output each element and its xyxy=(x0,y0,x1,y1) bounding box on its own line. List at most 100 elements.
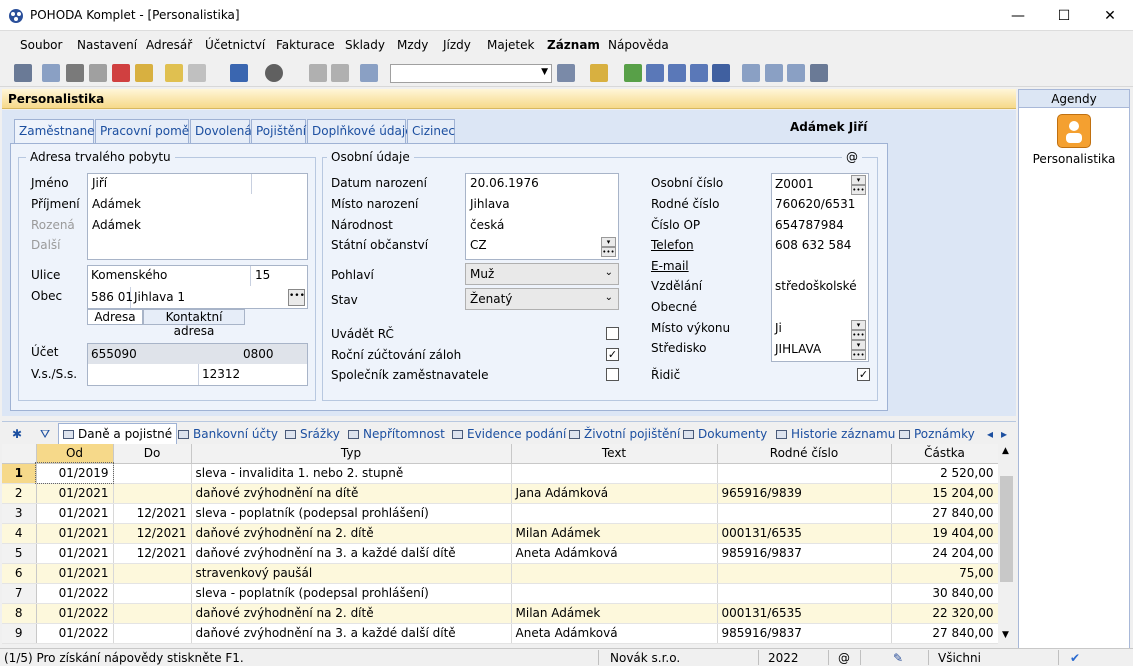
osobni-lookup-icon[interactable]: ••• xyxy=(851,185,866,195)
scroll-left-icon[interactable]: ◂ xyxy=(987,425,993,443)
menu-jizdy[interactable]: Jízdy xyxy=(443,38,471,52)
scroll-down-icon[interactable]: ▼ xyxy=(1002,630,1009,640)
cell-od[interactable]: 01/2021 xyxy=(36,563,114,584)
calculator-icon[interactable] xyxy=(668,64,686,82)
cell-typ[interactable]: daňové zvýhodnění na 2. dítě xyxy=(191,603,512,624)
cancel-icon[interactable] xyxy=(331,64,349,82)
table-row[interactable]: 9 01/2022 daňové zvýhodnění na 3. a každé … xyxy=(2,623,999,644)
cell-typ[interactable]: daňové zvýhodnění na 3. a každé další dí… xyxy=(191,623,512,644)
tab-bankovni-ucty[interactable]: Bankovní účty xyxy=(178,425,278,443)
cell-typ[interactable]: stravenkový paušál xyxy=(191,563,512,584)
calendar-icon[interactable] xyxy=(646,64,664,82)
narodnost-field[interactable]: česká xyxy=(470,218,504,232)
help-icon[interactable] xyxy=(810,64,828,82)
menu-nastaveni[interactable]: Nastavení xyxy=(77,38,137,52)
list-icon[interactable] xyxy=(765,64,783,82)
cell-text[interactable]: Aneta Adámková xyxy=(511,543,718,564)
row-number[interactable]: 6 xyxy=(2,563,37,584)
tab-dane-a-pojistne[interactable]: Daně a pojistné xyxy=(58,423,178,444)
cell-text[interactable] xyxy=(511,563,718,584)
menu-adresar[interactable]: Adresář xyxy=(146,38,192,52)
ucet-field[interactable]: 655090 xyxy=(91,347,137,361)
cell-typ[interactable]: sleva - poplatník (podepsal prohlášení) xyxy=(191,503,512,524)
misto-vykonu-field[interactable]: Ji xyxy=(775,321,782,335)
cell-do[interactable]: 12/2021 xyxy=(113,503,192,524)
minimize-button[interactable]: — xyxy=(995,0,1041,31)
stredisko-dropdown-icon[interactable]: ▾ xyxy=(851,340,866,350)
row-number[interactable]: 5 xyxy=(2,543,37,564)
print-icon[interactable] xyxy=(66,64,84,82)
cell-rc[interactable] xyxy=(717,503,892,524)
quick-search-input[interactable]: ▼ xyxy=(390,64,552,83)
grid-scrollbar[interactable]: ▲ ▼ xyxy=(998,444,1015,644)
cell-text[interactable]: Milan Adámek xyxy=(511,523,718,544)
spolecnik-checkbox[interactable] xyxy=(606,368,619,381)
email-link[interactable]: E-mail xyxy=(651,259,689,273)
row-number[interactable]: 2 xyxy=(2,483,37,504)
cell-typ[interactable]: sleva - invalidita 1. nebo 2. stupně xyxy=(191,463,512,484)
tab-dovolena[interactable]: Dovolená xyxy=(190,119,252,143)
scroll-up-icon[interactable]: ▲ xyxy=(1002,446,1009,456)
misto-vykonu-dropdown-icon[interactable]: ▾ xyxy=(851,320,866,330)
cell-rc[interactable] xyxy=(717,563,892,584)
agenda-item-personalistika[interactable]: Personalistika xyxy=(1019,152,1129,166)
cell-castka[interactable]: 27 840,00 xyxy=(891,623,999,644)
clipboard-icon[interactable] xyxy=(360,64,378,82)
tab-cizinec[interactable]: Cizinec xyxy=(407,119,455,143)
menu-sklady[interactable]: Sklady xyxy=(345,38,385,52)
cell-do[interactable] xyxy=(113,483,192,504)
column-header-od[interactable]: Od xyxy=(36,444,114,464)
row-number[interactable]: 7 xyxy=(2,583,37,604)
ridic-checkbox[interactable]: ✓ xyxy=(857,368,870,381)
cell-od[interactable]: 01/2021 xyxy=(36,503,114,524)
uvadet-rc-checkbox[interactable] xyxy=(606,327,619,340)
table-row[interactable]: 4 01/2021 12/2021 daňové zvýhodnění na 2. d… xyxy=(2,523,999,544)
cell-castka[interactable]: 15 204,00 xyxy=(891,483,999,504)
message-icon[interactable] xyxy=(742,64,760,82)
menu-zaznam[interactable]: Záznam xyxy=(547,38,600,52)
preview-icon[interactable] xyxy=(89,64,107,82)
tab-evidence-podani[interactable]: Evidence podání xyxy=(452,425,566,443)
telefon-link[interactable]: Telefon xyxy=(651,238,694,252)
status-pen-icon[interactable]: ✎ xyxy=(893,651,903,665)
stredisko-field[interactable]: JIHLAVA xyxy=(775,342,821,356)
cell-text[interactable] xyxy=(511,463,718,484)
cell-castka[interactable]: 75,00 xyxy=(891,563,999,584)
stav-select[interactable]: Ženatý ⌄ xyxy=(465,288,619,310)
cell-do[interactable] xyxy=(113,623,192,644)
rodne-cislo-field[interactable]: 760620/6531 xyxy=(775,197,855,211)
column-header-rodne-cislo[interactable]: Rodné číslo xyxy=(717,444,892,464)
menu-fakturace[interactable]: Fakturace xyxy=(276,38,335,52)
export-icon[interactable] xyxy=(135,64,153,82)
folder-icon[interactable] xyxy=(590,64,608,82)
subtab-kontaktni-adresa[interactable]: Kontaktní adresa xyxy=(143,309,245,338)
settings-gear-icon[interactable] xyxy=(265,64,283,82)
cell-do[interactable] xyxy=(113,583,192,604)
tab-pojisteni[interactable]: Pojištění xyxy=(251,119,306,143)
telefon-field[interactable]: 608 632 584 xyxy=(775,238,851,252)
cell-od[interactable]: 01/2022 xyxy=(36,583,114,604)
obcanstvi-dropdown-icon[interactable]: ▾ xyxy=(601,237,616,247)
cell-typ[interactable]: daňové zvýhodnění na 3. a každé další dí… xyxy=(191,543,512,564)
cell-text[interactable]: Jana Adámková xyxy=(511,483,718,504)
money-icon[interactable] xyxy=(624,64,642,82)
misto-vykonu-lookup-icon[interactable]: ••• xyxy=(851,330,866,340)
cell-od[interactable]: 01/2021 xyxy=(36,543,114,564)
cell-do[interactable]: 12/2021 xyxy=(113,543,192,564)
column-header-text[interactable]: Text xyxy=(511,444,718,464)
cell-od[interactable]: 01/2022 xyxy=(36,623,114,644)
agenda-icon[interactable] xyxy=(14,64,32,82)
kod-banky-field[interactable]: 0800 xyxy=(243,347,274,361)
subtab-adresa[interactable]: Adresa xyxy=(87,309,143,325)
column-header-typ[interactable]: Typ xyxy=(191,444,512,464)
obcanstvi-lookup-icon[interactable]: ••• xyxy=(601,247,616,257)
row-number[interactable]: 3 xyxy=(2,503,37,524)
cell-od[interactable]: 01/2021 xyxy=(36,523,114,544)
cell-castka[interactable]: 19 404,00 xyxy=(891,523,999,544)
column-header-do[interactable]: Do xyxy=(113,444,192,464)
cell-do[interactable]: 12/2021 xyxy=(113,523,192,544)
cell-do[interactable] xyxy=(113,463,192,484)
document-icon[interactable] xyxy=(787,64,805,82)
jmeno-field[interactable]: Jiří xyxy=(92,176,107,190)
cell-rc[interactable]: 985916/9837 xyxy=(717,623,892,644)
